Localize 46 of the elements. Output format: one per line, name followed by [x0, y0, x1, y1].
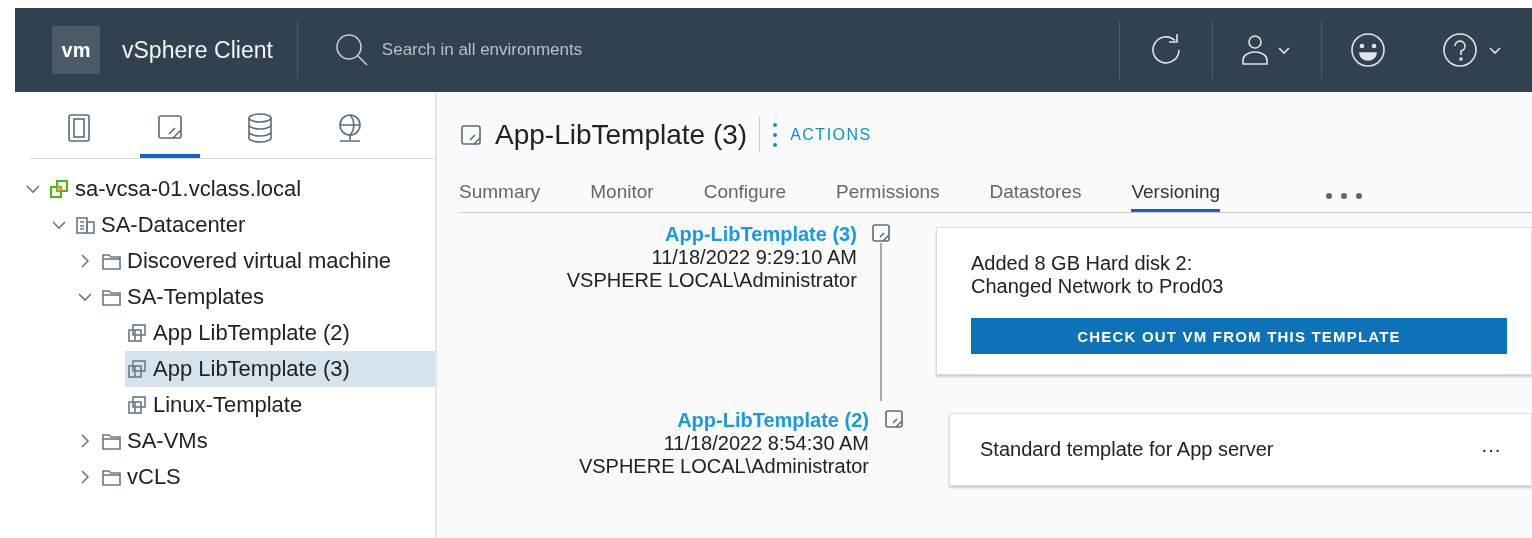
folder-icon — [101, 287, 121, 307]
tab[interactable]: Versioning — [1131, 181, 1221, 212]
version-note: Added 8 GB Hard disk 2: — [971, 252, 1194, 275]
checkout-button[interactable]: CHECK OUT VM FROM THIS TEMPLATE — [971, 318, 1507, 354]
tab[interactable]: Datastores — [989, 181, 1082, 212]
tab[interactable]: Configure — [703, 181, 787, 212]
logo: vm — [52, 26, 100, 74]
tree-item[interactable]: SA-Datacenter — [73, 207, 435, 243]
template-icon — [871, 223, 892, 243]
version-date: 11/18/2022 8:54:30 AM — [663, 432, 869, 455]
tree-item[interactable]: SA-VMs — [99, 423, 435, 459]
version-note: Standard template for App server — [980, 438, 1274, 461]
version-author: VSPHERE LOCAL\Administrator — [566, 269, 857, 292]
tab[interactable]: Summary — [459, 181, 541, 212]
template-icon — [884, 409, 904, 429]
building-icon — [75, 215, 95, 235]
search-icon — [333, 32, 370, 68]
tree-item[interactable]: App LibTemplate (2) — [125, 315, 435, 351]
template-icon — [127, 359, 147, 379]
tree-item[interactable]: vCLS — [99, 459, 435, 495]
template-icon — [127, 395, 147, 415]
search-field[interactable]: Search in all environments — [379, 39, 884, 61]
tree-item[interactable]: Linux-Template — [125, 387, 435, 423]
vcenter-icon — [49, 179, 69, 199]
tab[interactable]: Monitor — [590, 181, 654, 212]
folder-icon — [101, 467, 121, 487]
folder-icon — [101, 431, 121, 451]
folder-icon — [101, 251, 121, 271]
version-note: Changed Network to Prod03 — [971, 275, 1224, 298]
tree-item[interactable]: SA-Templates — [99, 279, 435, 315]
tree-item[interactable]: Discovered virtual machine — [99, 243, 435, 279]
template-icon — [127, 323, 147, 343]
version-author: VSPHERE LOCAL\Administrator — [578, 455, 869, 478]
tree-item[interactable]: sa-vcsa-01.vclass.local — [47, 171, 435, 207]
tab[interactable]: Permissions — [836, 181, 940, 212]
template-icon — [459, 123, 483, 147]
tree-item[interactable]: App LibTemplate (3) — [125, 351, 435, 387]
page-title: App-LibTemplate (3) — [495, 119, 748, 151]
version-date: 11/18/2022 9:29:10 AM — [651, 246, 857, 269]
kebab-icon — [772, 122, 779, 148]
smiley-icon[interactable] — [1348, 30, 1388, 70]
app-title: vSphere Client — [122, 36, 273, 64]
more-tabs-icon[interactable] — [1325, 192, 1364, 200]
more-button[interactable]: ··· — [1481, 438, 1501, 461]
database-icon — [245, 112, 275, 144]
view-tab[interactable] — [140, 112, 200, 158]
